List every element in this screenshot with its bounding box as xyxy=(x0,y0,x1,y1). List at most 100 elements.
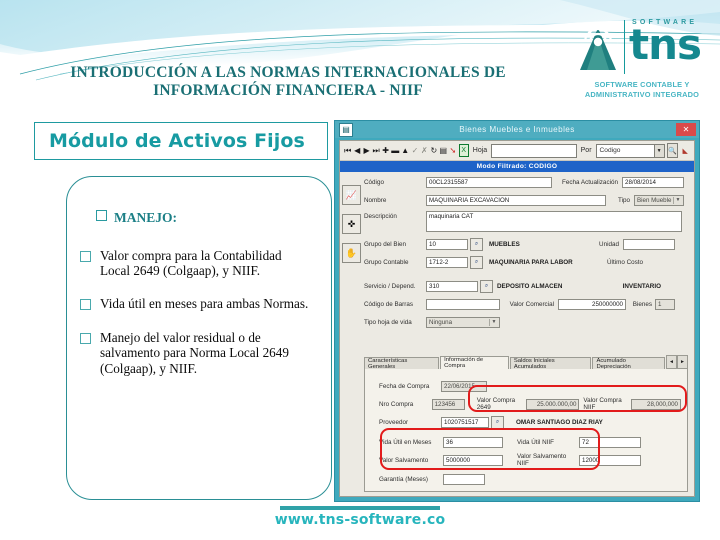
footer-url[interactable]: www.tns-software.co xyxy=(0,512,720,528)
tns-logo: SOFTWARE tns SOFTWARE CONTABLE Y ADMINIS… xyxy=(572,16,712,108)
app-form-icon: ▤ xyxy=(339,123,353,137)
magnifier-icon[interactable]: 🔍 xyxy=(666,143,679,158)
filter-status-bar: Modo Filtrado: CODIGO xyxy=(340,161,694,172)
grupo-contable-input[interactable]: 1712-2 xyxy=(426,256,468,268)
edit-record-icon[interactable]: ▲ xyxy=(401,144,409,157)
servicio-lookup-icon[interactable]: ⌕ xyxy=(480,279,493,293)
tipo-hoja-label: Tipo hoja de vida xyxy=(364,318,412,326)
proveedor-nombre: OMAR SANTIAGO DIAZ RIAY xyxy=(516,418,603,426)
delete-record-icon[interactable]: ▬ xyxy=(391,144,399,157)
tipo-hoja-select[interactable]: Ninguna ▼ xyxy=(426,316,500,328)
tab-strip: Características Generales Información de… xyxy=(364,355,688,370)
proveedor-input[interactable]: 1020751517 xyxy=(441,416,489,428)
square-bullet-icon xyxy=(80,298,91,310)
fecha-actualizacion-label: Fecha Actualización xyxy=(561,178,618,186)
export-excel-icon[interactable]: X xyxy=(458,144,469,157)
fecha-actualizacion-input[interactable]: 28/08/2014 xyxy=(622,176,684,188)
chart-icon[interactable]: 📈 xyxy=(342,185,361,205)
form-row-proveedor: Proveedor 1020751517 ⌕ OMAR SANTIAGO DIA… xyxy=(379,415,681,429)
garantia-label: Garantía (Meses) xyxy=(379,475,428,483)
app-toolbar: ⏮ ◀ ▶ ⏭ ✚ ▬ ▲ ✓ ✗ ↻ ▤ ➘ X Hoja Por Codig… xyxy=(340,141,694,161)
form-row-garantia: Garantía (Meses) xyxy=(379,472,681,486)
valor-comercial-label: Valor Comercial xyxy=(509,300,554,308)
tab-caracteristicas-generales[interactable]: Características Generales xyxy=(364,357,440,370)
find-input[interactable] xyxy=(491,143,577,158)
tab-scroll-right-icon[interactable]: ► xyxy=(677,355,688,369)
list-item-label: Valor compra para la Contabilidad Local … xyxy=(100,248,282,279)
vida-util-label: Vida Útil en Meses xyxy=(379,438,432,446)
logo-tagline: SOFTWARE CONTABLE Y ADMINISTRATIVO INTEG… xyxy=(572,80,712,100)
fecha-compra-input[interactable]: 22/06/2015 xyxy=(441,380,487,392)
valor-comercial-input[interactable]: 250000000 xyxy=(558,298,626,310)
chevron-down-icon: ▼ xyxy=(489,318,498,326)
find-label: Hoja xyxy=(472,147,488,154)
tab-informacion-de-compra[interactable]: Información de Compra xyxy=(440,356,509,369)
valor-compra-niif-input[interactable]: 28,000,000 xyxy=(630,398,681,410)
ultimo-costo-label: Último Costo xyxy=(607,258,644,266)
grupo-contable-lookup-icon[interactable]: ⌕ xyxy=(470,255,483,269)
codigo-label: Código xyxy=(364,178,384,186)
logo-tagline-line2: ADMINISTRATIVO INTEGRADO xyxy=(584,89,700,99)
grupo-contable-label: Grupo Contable xyxy=(364,258,409,266)
by-select-value: Codigo xyxy=(599,147,621,154)
valor-salvamento-input[interactable]: 5000000 xyxy=(443,454,503,466)
grupo-contable-desc: MAQUINARIA PARA LABOR xyxy=(489,258,573,266)
valor-compra-2649-input[interactable]: 25.000.000,00 xyxy=(525,398,580,410)
nro-compra-input[interactable]: 123456 xyxy=(431,398,465,410)
valor-compra-2649-label: Valor Compra 2649 xyxy=(476,397,516,411)
descripcion-input[interactable]: maquinaria CAT xyxy=(426,211,682,232)
tipo-select[interactable]: Bien Mueble ▼ xyxy=(634,194,684,206)
grid-icon[interactable]: ▤ xyxy=(440,144,448,157)
logo-tagline-line1: SOFTWARE CONTABLE Y xyxy=(594,80,690,89)
by-select[interactable]: Codigo ▼ xyxy=(595,143,665,158)
by-label: Por xyxy=(580,147,592,154)
last-record-icon[interactable]: ⏭ xyxy=(372,144,379,157)
previous-record-icon[interactable]: ◀ xyxy=(353,144,360,157)
proveedor-label: Proveedor xyxy=(379,418,409,426)
grupo-bien-lookup-icon[interactable]: ⌕ xyxy=(470,237,483,251)
tab-scroll-left-icon[interactable]: ◄ xyxy=(666,355,677,369)
filter-status-text: Modo Filtrado: CODIGO xyxy=(476,163,558,170)
nro-compra-label: Nro Compra xyxy=(379,400,414,408)
unidad-label: Unidad xyxy=(599,240,619,248)
square-bullet-icon xyxy=(80,332,91,344)
pin-icon[interactable]: ✜ xyxy=(342,214,361,234)
footer-accent-bar xyxy=(280,506,440,510)
form-row-salvamento: Valor Salvamento 5000000 Valor Salvament… xyxy=(379,453,681,467)
chevron-down-icon: ▼ xyxy=(653,144,664,157)
post-edit-icon: ✓ xyxy=(411,145,419,155)
grupo-bien-label: Grupo del Bien xyxy=(364,240,407,248)
eraser-icon[interactable]: ◣ xyxy=(680,144,690,157)
servicio-desc: DEPOSITO ALMACEN xyxy=(497,282,563,290)
codigo-input[interactable]: 00CL2315587 xyxy=(426,176,552,188)
tab-saldos-iniciales-acumulados[interactable]: Saldos Iniciales Acumulados xyxy=(509,357,592,370)
bienes-input[interactable]: 1 xyxy=(655,298,675,310)
hand-icon[interactable]: ✋ xyxy=(342,243,361,263)
section-heading: MANEJO: xyxy=(96,210,296,226)
codigo-barras-input[interactable] xyxy=(426,298,500,310)
garantia-input[interactable] xyxy=(443,473,485,485)
app-window: ▤ Bienes Muebles e Inmuebles ✕ ⏮ ◀ ▶ ⏭ ✚… xyxy=(334,120,700,502)
form-row-descripcion: Descripción maquinaria CAT xyxy=(364,211,690,233)
refresh-icon[interactable]: ↻ xyxy=(430,144,437,157)
close-icon[interactable]: ✕ xyxy=(676,123,696,136)
vida-util-niif-input[interactable]: 72 xyxy=(579,436,641,448)
first-record-icon[interactable]: ⏮ xyxy=(344,144,351,157)
exit-arrow-icon[interactable]: ➘ xyxy=(449,144,456,157)
next-record-icon[interactable]: ▶ xyxy=(363,144,370,157)
logo-divider xyxy=(624,20,625,74)
vida-util-input[interactable]: 36 xyxy=(443,436,503,448)
servicio-input[interactable]: 310 xyxy=(426,280,478,292)
form-row-nro-compra: Nro Compra 123456 Valor Compra 2649 25.0… xyxy=(379,397,681,411)
valor-salvamento-niif-input[interactable]: 12000 xyxy=(579,454,641,466)
chevron-down-icon: ▼ xyxy=(673,196,682,204)
list-item-label: Manejo del valor residual o de salvament… xyxy=(100,329,289,376)
nombre-input[interactable]: MAQUINARIA EXCAVACION xyxy=(426,194,606,206)
tab-acumulado-depreciacion[interactable]: Acumulado Depreciación xyxy=(592,357,665,370)
unidad-input[interactable] xyxy=(623,238,675,250)
add-record-icon[interactable]: ✚ xyxy=(382,144,389,157)
proveedor-lookup-icon[interactable]: ⌕ xyxy=(491,415,504,429)
grupo-bien-input[interactable]: 10 xyxy=(426,238,468,250)
cancel-edit-icon: ✗ xyxy=(421,145,428,155)
valor-salvamento-niif-label: Valor Salvamento NIIF xyxy=(517,453,567,467)
